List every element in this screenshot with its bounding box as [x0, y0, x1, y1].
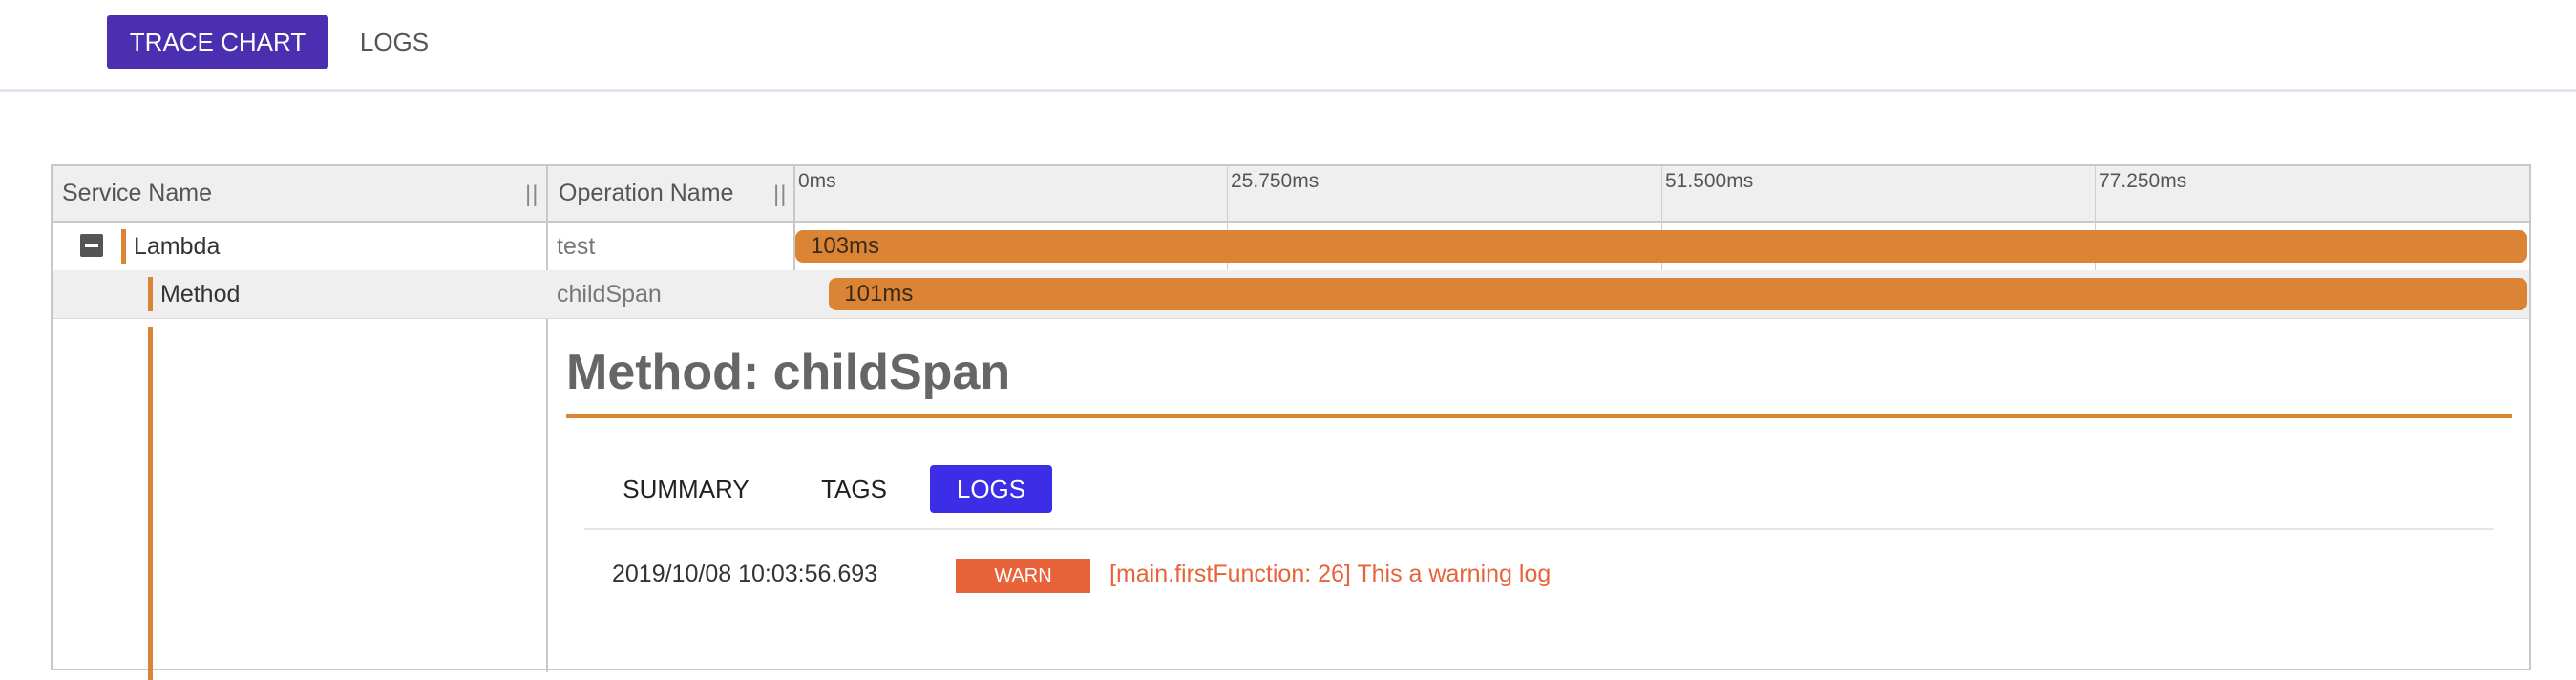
tick-label: 51.500ms	[1665, 170, 1754, 192]
tick-label: 25.750ms	[1231, 170, 1320, 192]
span-tree-line	[148, 327, 153, 680]
tab-tags[interactable]: TAGS	[805, 465, 903, 513]
row-divider	[53, 318, 2529, 319]
span-detail-title: Method: childSpan	[566, 345, 1011, 400]
minus-square-icon[interactable]	[80, 234, 103, 257]
log-message: [main.firstFunction: 26] This a warning …	[1109, 561, 1552, 587]
service-name: Lambda	[134, 233, 221, 260]
tab-logs-detail[interactable]: LOGS	[930, 465, 1052, 513]
operation-name: test	[557, 233, 596, 260]
log-level-badge: WARN	[956, 559, 1090, 593]
operation-name-header[interactable]: Operation Name	[559, 180, 733, 207]
tick-label: 0ms	[798, 170, 836, 192]
log-timestamp: 2019/10/08 10:03:56.693	[612, 561, 878, 587]
tab-summary[interactable]: SUMMARY	[602, 465, 770, 513]
span-row[interactable]: Lambda test 103ms	[53, 223, 2529, 270]
tab-logs[interactable]: LOGS	[349, 15, 439, 69]
service-color-marker	[121, 229, 126, 264]
service-name-header[interactable]: Service Name	[62, 180, 212, 207]
title-underline	[566, 414, 2512, 418]
service-column-resize-handle[interactable]: ||	[525, 181, 538, 208]
tick-label: 77.250ms	[2099, 170, 2187, 192]
operation-name: childSpan	[557, 281, 662, 308]
tabs-divider	[584, 528, 2494, 530]
service-color-marker	[148, 277, 153, 311]
top-nav: TRACE CHART LOGS	[0, 0, 2576, 92]
span-bar[interactable]: 101ms	[829, 278, 2527, 310]
service-name: Method	[160, 281, 241, 308]
span-row[interactable]: Method childSpan 101ms	[53, 270, 2529, 318]
tab-trace-chart[interactable]: TRACE CHART	[107, 15, 328, 69]
operation-column-resize-handle[interactable]: ||	[773, 181, 787, 208]
span-bar[interactable]: 103ms	[795, 230, 2527, 263]
